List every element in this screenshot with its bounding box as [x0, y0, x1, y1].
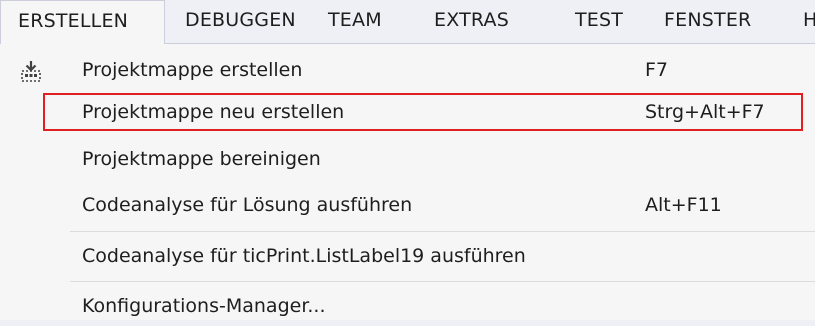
menu-item-codeanalyse-loesung[interactable]: Codeanalyse für Lösung ausführen Alt+F11 [0, 185, 815, 225]
menu-item-label: Konfigurations-Manager... [82, 295, 326, 317]
menu-fenster[interactable]: FENSTER [664, 0, 751, 43]
menu-item-konfigurations-manager[interactable]: Konfigurations-Manager... [0, 286, 815, 326]
menu-item-label: Projektmappe erstellen [82, 59, 303, 81]
menu-erstellen[interactable]: ERSTELLEN [0, 0, 165, 44]
menu-debuggen[interactable]: DEBUGGEN [185, 0, 296, 43]
menu-item-label: Projektmappe bereinigen [82, 148, 321, 170]
menu-team[interactable]: TEAM [328, 0, 382, 43]
build-solution-icon [20, 60, 42, 82]
menu-bar: ERSTELLEN DEBUGGEN TEAM EXTRAS TEST FENS… [0, 0, 815, 44]
menu-item-label: Projektmappe neu erstellen [82, 101, 345, 123]
menu-item-shortcut: Alt+F11 [645, 194, 722, 216]
menu-separator [70, 231, 815, 232]
menu-item-projektmappe-erstellen[interactable]: Projektmappe erstellen F7 [0, 50, 815, 90]
menu-item-label: Codeanalyse für ticPrint.ListLabel19 aus… [82, 245, 526, 267]
menu-extras[interactable]: EXTRAS [434, 0, 509, 43]
menu-item-shortcut: F7 [645, 59, 669, 81]
menu-item-projektmappe-neu-erstellen[interactable]: Projektmappe neu erstellen Strg+Alt+F7 [0, 92, 815, 132]
menu-item-projektmappe-bereinigen[interactable]: Projektmappe bereinigen [0, 139, 815, 179]
erstellen-dropdown-menu: Projektmappe erstellen F7 Projektmappe n… [0, 43, 815, 320]
menu-item-codeanalyse-projekt[interactable]: Codeanalyse für ticPrint.ListLabel19 aus… [0, 236, 815, 276]
menu-item-label: Codeanalyse für Lösung ausführen [82, 194, 413, 216]
menu-hilfe[interactable]: H [803, 0, 815, 43]
menu-item-shortcut: Strg+Alt+F7 [645, 101, 765, 123]
menu-test[interactable]: TEST [575, 0, 623, 43]
menu-separator [70, 281, 815, 282]
